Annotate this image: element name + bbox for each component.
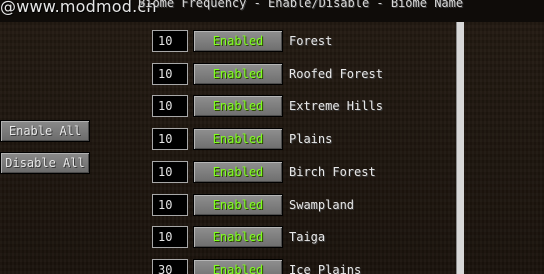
title-bar: @www.modmod.cn Biome Frequency - Enable/… bbox=[0, 0, 544, 22]
enable-toggle-button[interactable]: Enabled bbox=[193, 30, 283, 52]
biome-name: Ice Plains bbox=[289, 262, 362, 274]
frequency-input[interactable]: 10 bbox=[152, 128, 188, 151]
biome-row: 10 Enabled Plains bbox=[152, 127, 452, 151]
biome-row: 10 Enabled Extreme Hills bbox=[152, 94, 452, 118]
scrollbar[interactable] bbox=[456, 22, 464, 274]
frequency-input[interactable]: 10 bbox=[152, 226, 188, 249]
biome-name: Forest bbox=[289, 34, 333, 48]
frequency-input[interactable]: 10 bbox=[152, 30, 188, 52]
biome-name: Roofed Forest bbox=[289, 66, 383, 81]
biome-row: 10 Enabled Roofed Forest bbox=[152, 62, 452, 86]
watermark: @www.modmod.cn bbox=[0, 0, 157, 16]
enable-all-button[interactable]: Enable All bbox=[0, 120, 90, 142]
biome-row: 10 Enabled Forest bbox=[152, 29, 452, 53]
enable-toggle-button[interactable]: Enabled bbox=[193, 258, 283, 274]
frequency-input[interactable]: 10 bbox=[152, 95, 188, 118]
biome-row: 30 Enabled Ice Plains bbox=[152, 258, 452, 274]
disable-all-button[interactable]: Disable All bbox=[0, 152, 90, 174]
enable-toggle-button[interactable]: Enabled bbox=[193, 193, 283, 216]
frequency-input[interactable]: 10 bbox=[152, 160, 188, 183]
biome-name: Birch Forest bbox=[289, 164, 376, 179]
biome-name: Plains bbox=[289, 132, 333, 147]
enable-toggle-button[interactable]: Enabled bbox=[193, 226, 283, 249]
column-heading: Biome Frequency - Enable/Disable - Biome… bbox=[138, 0, 464, 10]
biome-row: 10 Enabled Swampland bbox=[152, 193, 452, 217]
biome-name: Swampland bbox=[289, 197, 355, 212]
biome-row: 10 Enabled Birch Forest bbox=[152, 160, 452, 184]
biome-name: Extreme Hills bbox=[289, 99, 383, 114]
enable-toggle-button[interactable]: Enabled bbox=[193, 128, 283, 151]
enable-toggle-button[interactable]: Enabled bbox=[193, 160, 283, 183]
frequency-input[interactable]: 30 bbox=[152, 258, 188, 274]
biome-row: 10 Enabled Taiga bbox=[152, 225, 452, 249]
frequency-input[interactable]: 10 bbox=[152, 62, 188, 85]
enable-toggle-button[interactable]: Enabled bbox=[193, 62, 283, 85]
frequency-input[interactable]: 10 bbox=[152, 193, 188, 216]
enable-toggle-button[interactable]: Enabled bbox=[193, 95, 283, 118]
biome-name: Taiga bbox=[289, 230, 326, 245]
